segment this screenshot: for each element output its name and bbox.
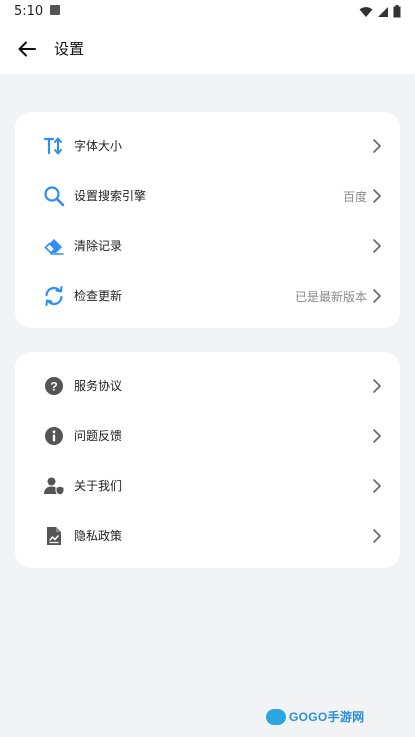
- chevron-right-icon: [373, 379, 381, 393]
- chevron-right-icon: [373, 139, 381, 153]
- font-size-label: 字体大小: [74, 139, 123, 153]
- check-update-value: 已是最新版本: [294, 290, 367, 304]
- question-icon: ?: [43, 375, 65, 397]
- arrow-left-icon: [18, 41, 36, 57]
- status-bar: 5:10: [0, 0, 415, 24]
- text-size-icon: [43, 135, 65, 157]
- settings-group-about: ? 服务协议 问题反馈 关于我们 隐私政策: [15, 352, 400, 568]
- clear-history-label: 清除记录: [74, 239, 123, 253]
- chevron-right-icon: [373, 429, 381, 443]
- privacy-policy-row[interactable]: 隐私政策: [15, 511, 400, 561]
- user-shield-icon: [43, 475, 65, 497]
- privacy-policy-label: 隐私政策: [74, 529, 123, 543]
- refresh-icon: [43, 285, 65, 307]
- search-engine-label: 设置搜索引擎: [74, 189, 147, 203]
- back-button[interactable]: [14, 36, 40, 62]
- watermark-text: GOGO手游网: [289, 710, 365, 724]
- page-title: 设置: [54, 40, 85, 58]
- chevron-right-icon: [373, 189, 381, 203]
- eraser-icon: [43, 235, 65, 257]
- chevron-right-icon: [373, 529, 381, 543]
- service-agreement-label: 服务协议: [74, 379, 123, 393]
- search-engine-value: 百度: [342, 190, 367, 204]
- status-time: 5:10: [14, 4, 44, 19]
- status-indicators: [359, 5, 401, 18]
- notification-icon: [50, 5, 60, 15]
- settings-group-general: 字体大小 设置搜索引擎 百度 清除记录 检查更新 已是最新版本: [15, 112, 400, 328]
- info-icon: [43, 425, 65, 447]
- search-icon: [43, 185, 65, 207]
- app-bar: 设置: [0, 24, 415, 74]
- font-size-row[interactable]: 字体大小: [15, 121, 400, 171]
- clear-history-row[interactable]: 清除记录: [15, 221, 400, 271]
- svg-text:?: ?: [50, 380, 57, 394]
- battery-icon: [393, 5, 401, 18]
- signal-icon: [378, 6, 388, 17]
- feedback-row[interactable]: 问题反馈: [15, 411, 400, 461]
- chevron-right-icon: [373, 289, 381, 303]
- check-update-label: 检查更新: [74, 289, 123, 303]
- feedback-label: 问题反馈: [74, 429, 123, 443]
- search-engine-row[interactable]: 设置搜索引擎 百度: [15, 171, 400, 221]
- chevron-right-icon: [373, 479, 381, 493]
- check-update-row[interactable]: 检查更新 已是最新版本: [15, 271, 400, 321]
- gogo-logo-icon: [266, 708, 286, 725]
- document-icon: [43, 525, 65, 547]
- watermark-logo: GOGO手游网: [266, 708, 364, 725]
- about-us-label: 关于我们: [74, 479, 123, 493]
- about-us-row[interactable]: 关于我们: [15, 461, 400, 511]
- service-agreement-row[interactable]: ? 服务协议: [15, 361, 400, 411]
- chevron-right-icon: [373, 239, 381, 253]
- wifi-icon: [359, 6, 373, 17]
